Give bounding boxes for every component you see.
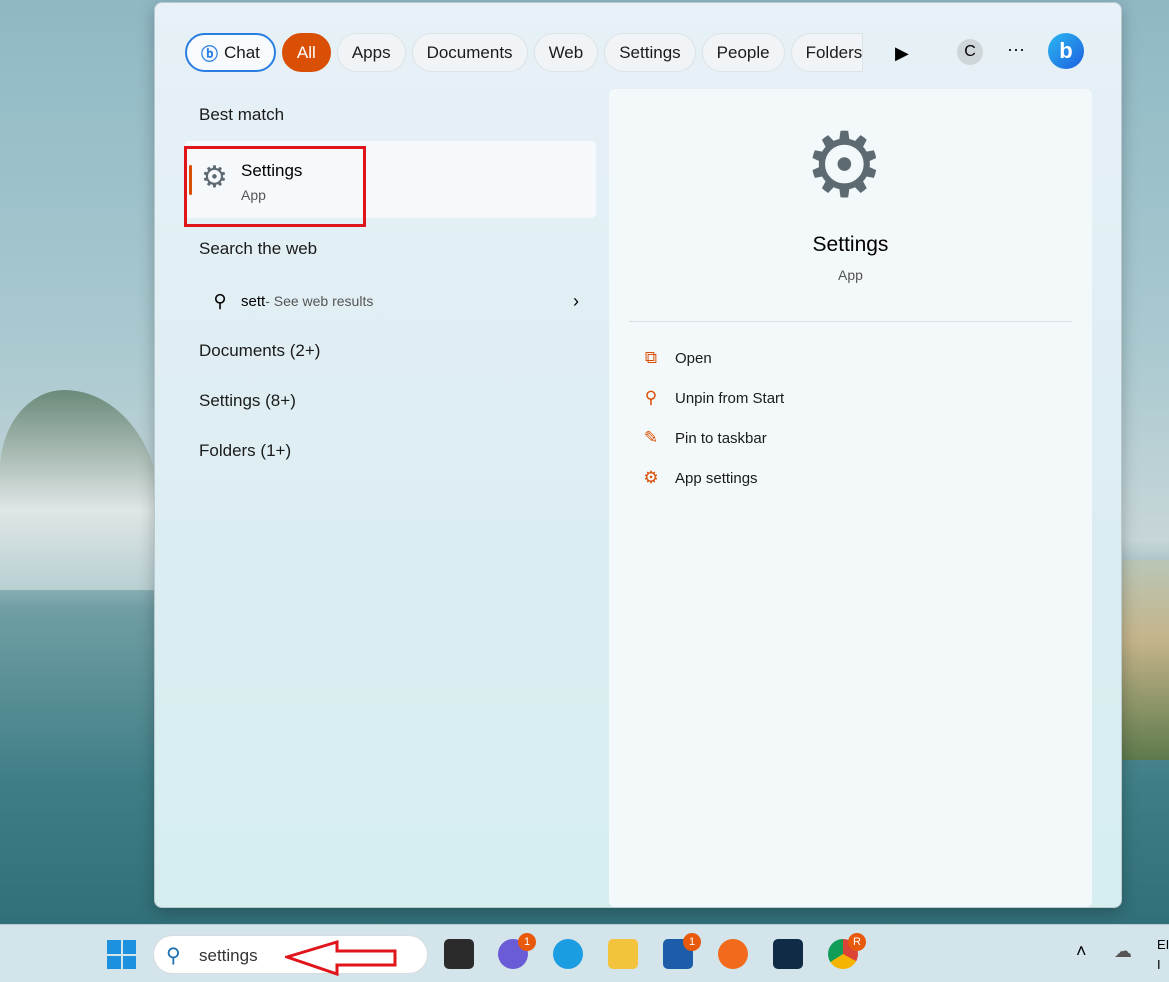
unpin-icon: ⚲ xyxy=(644,388,658,407)
taskbar: ⚲ settings 1 1 R ˄ ☁ EI I xyxy=(0,924,1169,982)
app-icon[interactable] xyxy=(773,939,803,969)
web-search-result[interactable]: ⚲ sett - See web results › xyxy=(199,287,579,315)
filter-people[interactable]: People xyxy=(701,33,785,72)
group-settings[interactable]: Settings (8+) xyxy=(199,391,296,411)
pin-icon: ✎ xyxy=(643,428,659,447)
filter-bar: ⓑ Chat All Apps Documents Web Settings Pe… xyxy=(185,33,863,72)
wallpaper-hill xyxy=(0,390,160,590)
group-folders[interactable]: Folders (1+) xyxy=(199,441,291,461)
search-web-heading: Search the web xyxy=(199,239,318,258)
notification-badge: 1 xyxy=(683,933,701,951)
language-sub: I xyxy=(1157,957,1161,972)
firefox-icon[interactable] xyxy=(718,939,748,969)
chat-label: Chat xyxy=(224,42,260,62)
annotation-box xyxy=(184,146,366,227)
filter-documents[interactable]: Documents xyxy=(411,33,528,72)
more-options-button[interactable]: ··· xyxy=(1007,39,1025,60)
avatar[interactable]: C xyxy=(957,39,983,65)
chevron-right-icon: › xyxy=(573,290,579,311)
show-hidden-icons-button[interactable]: ˄ xyxy=(1076,941,1087,962)
filter-apps[interactable]: Apps xyxy=(336,33,406,72)
chat-filter[interactable]: ⓑ Chat xyxy=(185,33,276,72)
teams-chat-icon[interactable]: 1 xyxy=(498,933,536,969)
scroll-filters-icon[interactable]: ▶ xyxy=(895,43,909,64)
action-label: Pin to taskbar xyxy=(675,429,767,447)
preview-title: Settings xyxy=(812,233,889,256)
filter-settings[interactable]: Settings xyxy=(604,33,696,72)
bing-icon: ⓑ xyxy=(201,45,218,64)
file-explorer-icon[interactable] xyxy=(608,939,638,969)
best-match-heading: Best match xyxy=(199,105,285,124)
gear-icon: ⚙ xyxy=(643,468,659,487)
action-pin-taskbar[interactable]: ✎ Pin to taskbar xyxy=(641,428,767,448)
action-label: App settings xyxy=(675,469,758,487)
divider xyxy=(629,321,1072,322)
start-search-panel: ⓑ Chat All Apps Documents Web Settings Pe… xyxy=(154,2,1122,908)
filter-all[interactable]: All xyxy=(281,33,331,72)
settings-large-gear-icon: ⚙ xyxy=(804,116,885,216)
language-indicator[interactable]: EI I xyxy=(1157,935,1169,975)
onedrive-icon[interactable]: ☁ xyxy=(1114,941,1132,962)
open-external-icon: ⧉ xyxy=(644,348,658,367)
group-documents[interactable]: Documents (2+) xyxy=(199,341,320,361)
language-code: EI xyxy=(1157,937,1169,952)
action-label: Unpin from Start xyxy=(675,389,785,407)
search-input[interactable]: settings xyxy=(199,946,258,966)
search-icon: ⚲ xyxy=(213,290,227,311)
action-unpin-start[interactable]: ⚲ Unpin from Start xyxy=(641,388,784,408)
preview-pane: ⚙ Settings App ⧉ Open ⚲ Unpin from Start ✎… xyxy=(609,89,1092,907)
web-query: sett xyxy=(241,292,266,310)
filter-web[interactable]: Web xyxy=(533,33,599,72)
action-app-settings[interactable]: ⚙ App settings xyxy=(641,468,758,488)
web-suffix: - See web results xyxy=(265,293,374,309)
task-view-icon[interactable] xyxy=(444,939,474,969)
action-open[interactable]: ⧉ Open xyxy=(641,348,712,368)
action-label: Open xyxy=(675,349,712,367)
start-button[interactable] xyxy=(107,940,136,969)
microsoft-store-icon[interactable]: 1 xyxy=(663,933,701,969)
chrome-icon[interactable]: R xyxy=(828,933,866,969)
search-icon: ⚲ xyxy=(166,945,181,967)
preview-type: App xyxy=(838,267,863,283)
profile-badge: R xyxy=(848,933,866,951)
notification-badge: 1 xyxy=(518,933,536,951)
edge-icon[interactable] xyxy=(553,939,583,969)
filter-folders[interactable]: Folders xyxy=(790,33,863,72)
bing-chat-icon[interactable]: b xyxy=(1048,33,1084,69)
wallpaper-grass xyxy=(1119,560,1169,760)
annotation-arrow xyxy=(285,939,397,977)
